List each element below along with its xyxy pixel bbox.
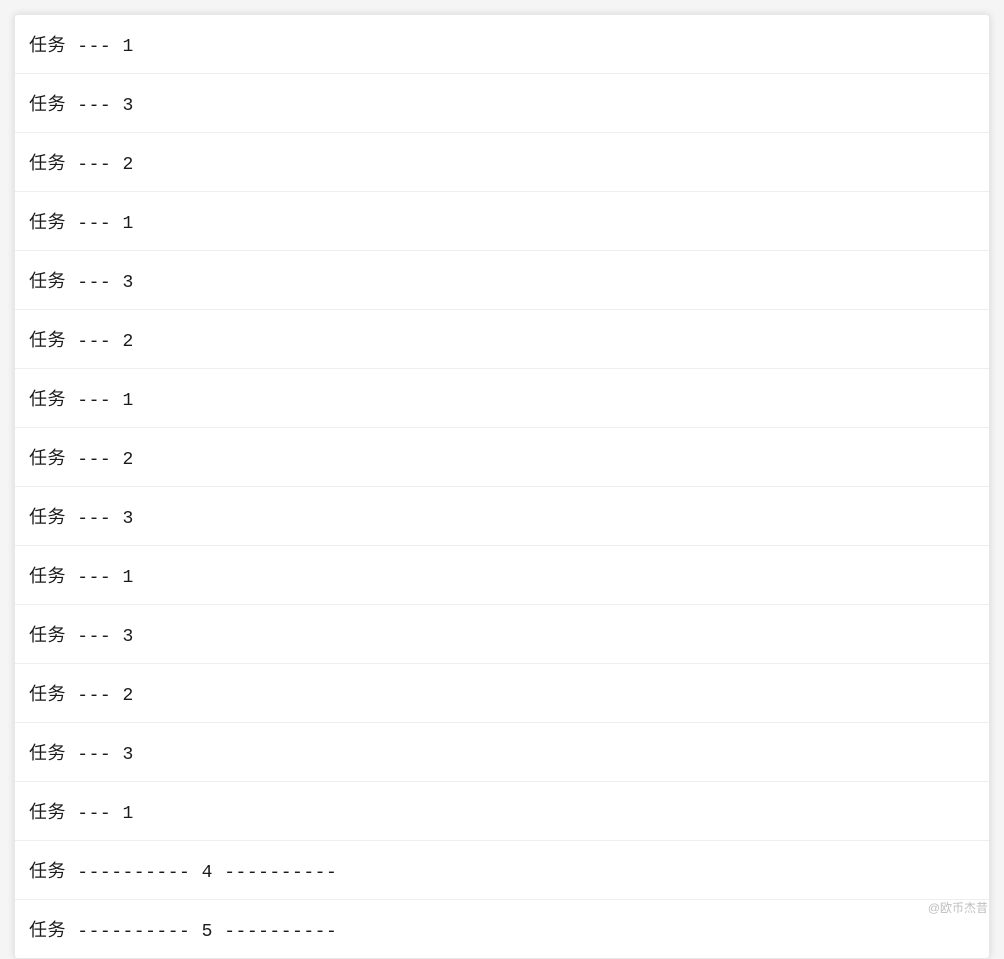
list-item[interactable]: 任务 --- 1	[15, 369, 989, 428]
list-item[interactable]: 任务 --- 1	[15, 782, 989, 841]
list-item[interactable]: 任务 --- 2	[15, 664, 989, 723]
list-item[interactable]: 任务 --- 3	[15, 605, 989, 664]
list-item[interactable]: 任务 --- 3	[15, 251, 989, 310]
list-item[interactable]: 任务 --- 2	[15, 133, 989, 192]
task-list: 任务 --- 1 任务 --- 3 任务 --- 2 任务 --- 1 任务 -…	[14, 14, 990, 959]
list-item[interactable]: 任务 --- 1	[15, 546, 989, 605]
list-item[interactable]: 任务 --- 2	[15, 310, 989, 369]
list-item[interactable]: 任务 --- 1	[15, 192, 989, 251]
list-item[interactable]: 任务 --- 3	[15, 723, 989, 782]
list-item[interactable]: 任务 --- 3	[15, 74, 989, 133]
watermark: @欧币杰昔	[928, 899, 988, 916]
list-item[interactable]: 任务 ---------- 4 ----------	[15, 841, 989, 900]
list-item[interactable]: 任务 --- 2	[15, 428, 989, 487]
list-item[interactable]: 任务 ---------- 5 ----------	[15, 900, 989, 958]
list-item[interactable]: 任务 --- 3	[15, 487, 989, 546]
list-item[interactable]: 任务 --- 1	[15, 15, 989, 74]
